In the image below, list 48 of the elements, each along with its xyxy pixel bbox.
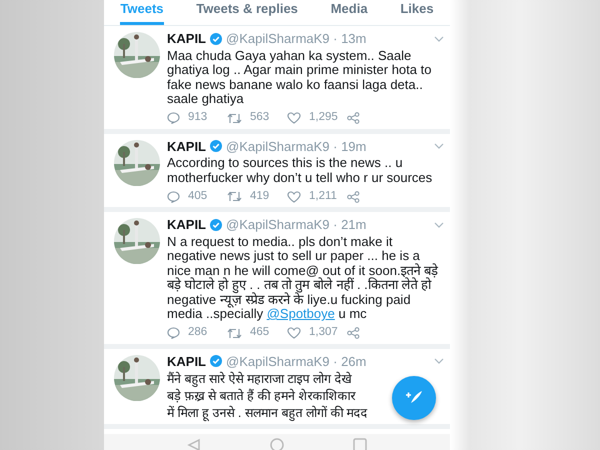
retweet-count: 465 bbox=[250, 325, 270, 340]
retweet-count: 419 bbox=[250, 188, 270, 204]
heart-icon[interactable] bbox=[287, 190, 301, 202]
chevron-down-icon[interactable] bbox=[434, 143, 444, 150]
author-name[interactable]: KAPIL bbox=[167, 352, 206, 371]
author-name[interactable]: KAPIL bbox=[167, 215, 206, 234]
share-icon[interactable] bbox=[347, 327, 360, 339]
tweet-text: Maa chuda Gaya yahan ka system.. Saale ghatiya log .. Agar main prime minister hota to fake news banane walo ko faansi laga deta.. saale ghatiya bbox=[167, 48, 432, 106]
tab[interactable]: Tweets bbox=[120, 0, 164, 25]
reply-icon[interactable] bbox=[167, 190, 180, 202]
retweet-icon[interactable] bbox=[227, 328, 242, 338]
reply-icon[interactable] bbox=[167, 112, 180, 124]
recents-icon[interactable] bbox=[353, 438, 368, 450]
retweet-icon[interactable] bbox=[227, 112, 242, 124]
back-icon[interactable] bbox=[186, 438, 201, 450]
share-icon[interactable] bbox=[347, 112, 360, 124]
tweet-text-line: बड़े फ़ख़्र से बताते हैं की हमने शेरकाशिकार bbox=[167, 388, 356, 405]
heart-icon[interactable] bbox=[287, 327, 301, 339]
reply-count: 405 bbox=[188, 188, 208, 204]
home-icon[interactable] bbox=[270, 438, 284, 450]
heart-icon[interactable] bbox=[287, 112, 301, 124]
reply-count: 913 bbox=[188, 110, 208, 126]
reply-icon[interactable] bbox=[167, 327, 180, 339]
tab[interactable]: Media bbox=[330, 0, 368, 25]
tweet-meta: @KapilSharmaK9 · 21m bbox=[226, 216, 366, 234]
tweet-meta: @KapilSharmaK9 · 13m bbox=[226, 30, 366, 48]
chevron-down-icon[interactable] bbox=[434, 36, 444, 42]
retweet-icon[interactable] bbox=[227, 191, 242, 202]
tweet-meta: @KapilSharmaK9 · 19m bbox=[226, 138, 366, 156]
reply-count: 286 bbox=[188, 325, 208, 340]
chevron-down-icon[interactable] bbox=[434, 358, 444, 364]
like-count: 1,307 bbox=[309, 325, 338, 340]
mention-link[interactable]: @Spotboye bbox=[266, 306, 335, 321]
author-name[interactable]: KAPIL bbox=[167, 29, 206, 48]
like-count: 1,295 bbox=[309, 110, 338, 126]
tweet-text: N a request to media.. pls don’t make it negative news just to sell ur paper ... he is a nice man n he will come@ out of it soon.इतने बड़े बड़े घोटाले हो हुए . . तब तो तुम बोले नहीं . .कितना लेते हो negative न्यूज़ स्प्रेड करने के liye.u fucking paid media ..specially @Spotboye u mc bbox=[167, 234, 440, 322]
author-name[interactable]: KAPIL bbox=[167, 136, 206, 156]
retweet-count: 563 bbox=[250, 110, 270, 126]
chevron-down-icon[interactable] bbox=[434, 222, 444, 228]
tab[interactable]: Likes bbox=[400, 0, 434, 25]
tweet-text-line: मैंने बहुत सारे ऐसे महाराजा टाइप लोग देखे bbox=[167, 371, 352, 388]
like-count: 1,211 bbox=[309, 188, 337, 204]
tweet-text: According to sources this is the news .. u motherfucker why don’t u tell who r ur sources bbox=[167, 156, 434, 185]
share-icon[interactable] bbox=[347, 190, 360, 202]
tweet-meta: @KapilSharmaK9 · 26m bbox=[226, 352, 366, 371]
compose-button[interactable] bbox=[392, 376, 436, 420]
tab[interactable]: Tweets & replies bbox=[196, 0, 298, 25]
tweet-text-line: में मिला हू उनसे . सलमान बहुत लोगों की मदद bbox=[167, 405, 368, 422]
